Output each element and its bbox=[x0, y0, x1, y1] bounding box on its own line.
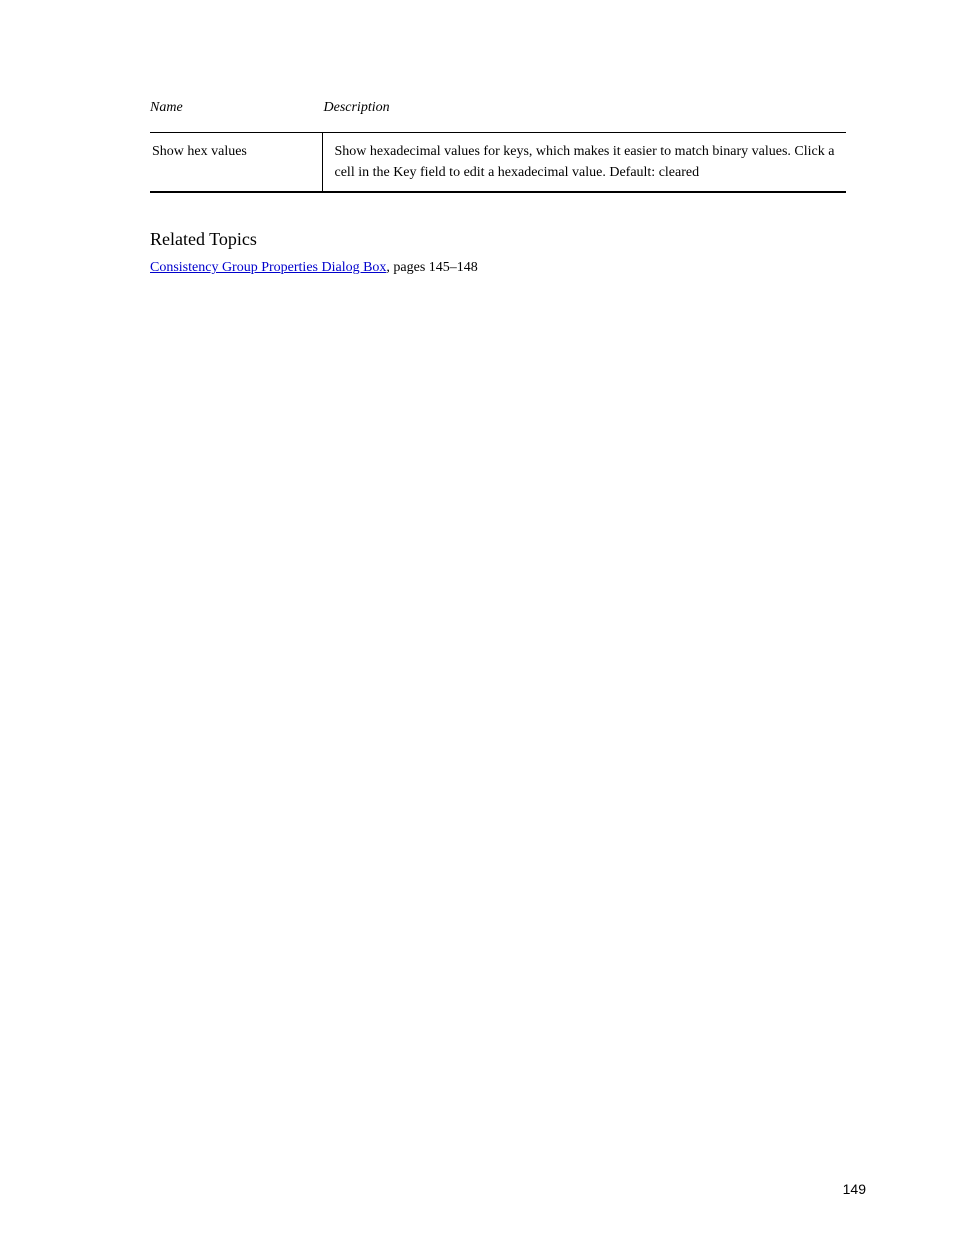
column-header-name: Name bbox=[150, 100, 320, 116]
property-description-cell: Show hexadecimal values for keys, which … bbox=[322, 133, 846, 193]
properties-table: Show hex values Show hexadecimal values … bbox=[150, 132, 846, 193]
related-topic-link[interactable]: Consistency Group Properties Dialog Box bbox=[150, 260, 386, 275]
table-row: Show hex values Show hexadecimal values … bbox=[150, 133, 846, 193]
page-number: 149 bbox=[843, 1181, 866, 1197]
related-topics-section: Related Topics Consistency Group Propert… bbox=[150, 229, 846, 276]
column-header-description: Description bbox=[324, 100, 390, 116]
related-topics-heading: Related Topics bbox=[150, 229, 846, 250]
related-topic-pages: , pages 145–148 bbox=[386, 260, 477, 275]
property-name-cell: Show hex values bbox=[150, 133, 322, 193]
table-column-header-row: Name Description bbox=[150, 100, 846, 116]
related-topic-line: Consistency Group Properties Dialog Box,… bbox=[150, 260, 846, 276]
